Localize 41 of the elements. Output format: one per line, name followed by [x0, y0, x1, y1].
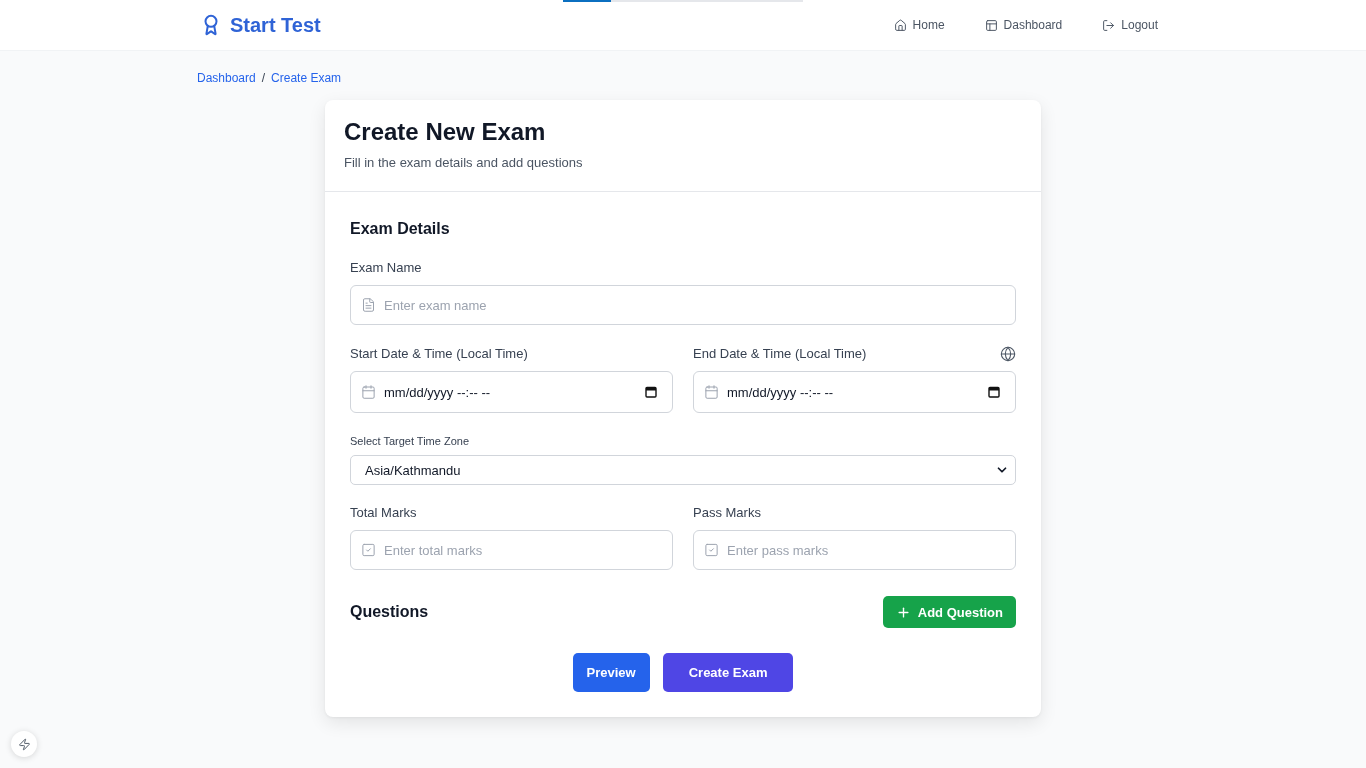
brand-link[interactable]: Start Test	[200, 13, 321, 37]
breadcrumb-link[interactable]: Dashboard	[197, 71, 256, 85]
checkbox-icon	[704, 542, 719, 558]
lightning-icon	[17, 737, 31, 751]
field-label: Select Target Time Zone	[350, 434, 471, 448]
globe-icon[interactable]	[1000, 346, 1016, 362]
calendar-icon	[704, 384, 719, 400]
calendar-icon[interactable]	[988, 386, 1000, 398]
logout-icon	[1102, 18, 1116, 32]
field-label: Start Date & Time (Local Time)	[350, 346, 528, 362]
plus-icon	[895, 604, 911, 620]
input-field[interactable]: Enter total marks	[350, 530, 673, 570]
date-time-field[interactable]: mm/dd/yyyy --:-- --	[350, 371, 673, 413]
preview-button[interactable]: Preview	[572, 653, 650, 692]
checkbox-icon	[361, 542, 376, 558]
calendar-icon[interactable]	[645, 386, 657, 398]
field-label: End Date & Time (Local Time)	[693, 346, 867, 362]
field-label: Total Marks	[350, 505, 418, 521]
field-label: Pass Marks	[693, 505, 762, 521]
page-title: Create New Exam	[344, 117, 547, 146]
brand-name: Start Test	[230, 13, 321, 37]
calendar-icon	[361, 384, 376, 400]
input-field[interactable]: Enter exam name	[350, 285, 1016, 325]
create-exam-button[interactable]: Create Exam	[662, 653, 794, 692]
field-label: Exam Name	[350, 260, 423, 276]
add-question-button[interactable]: Add Question	[882, 596, 1016, 628]
nav-link[interactable]: Logout	[1094, 12, 1166, 38]
section-title: Exam Details	[350, 219, 451, 239]
section-title: Questions	[350, 603, 429, 621]
nav-link[interactable]: Home	[885, 12, 953, 38]
nav-link[interactable]: Dashboard	[976, 12, 1071, 38]
date-time-field[interactable]: mm/dd/yyyy --:-- --	[693, 371, 1016, 413]
input-field[interactable]: Enter pass marks	[693, 530, 1016, 570]
document-icon	[361, 297, 376, 313]
floating-action-button[interactable]	[11, 731, 37, 757]
house-icon	[893, 18, 907, 32]
breadcrumb-link[interactable]: Create Exam	[271, 71, 342, 85]
page-subtitle: Fill in the exam details and add questions	[344, 154, 584, 172]
time-zone-select[interactable]: Asia/Kathmandu	[350, 455, 1016, 485]
breadcrumb-separator: /	[261, 71, 266, 85]
layout-icon	[984, 18, 998, 32]
